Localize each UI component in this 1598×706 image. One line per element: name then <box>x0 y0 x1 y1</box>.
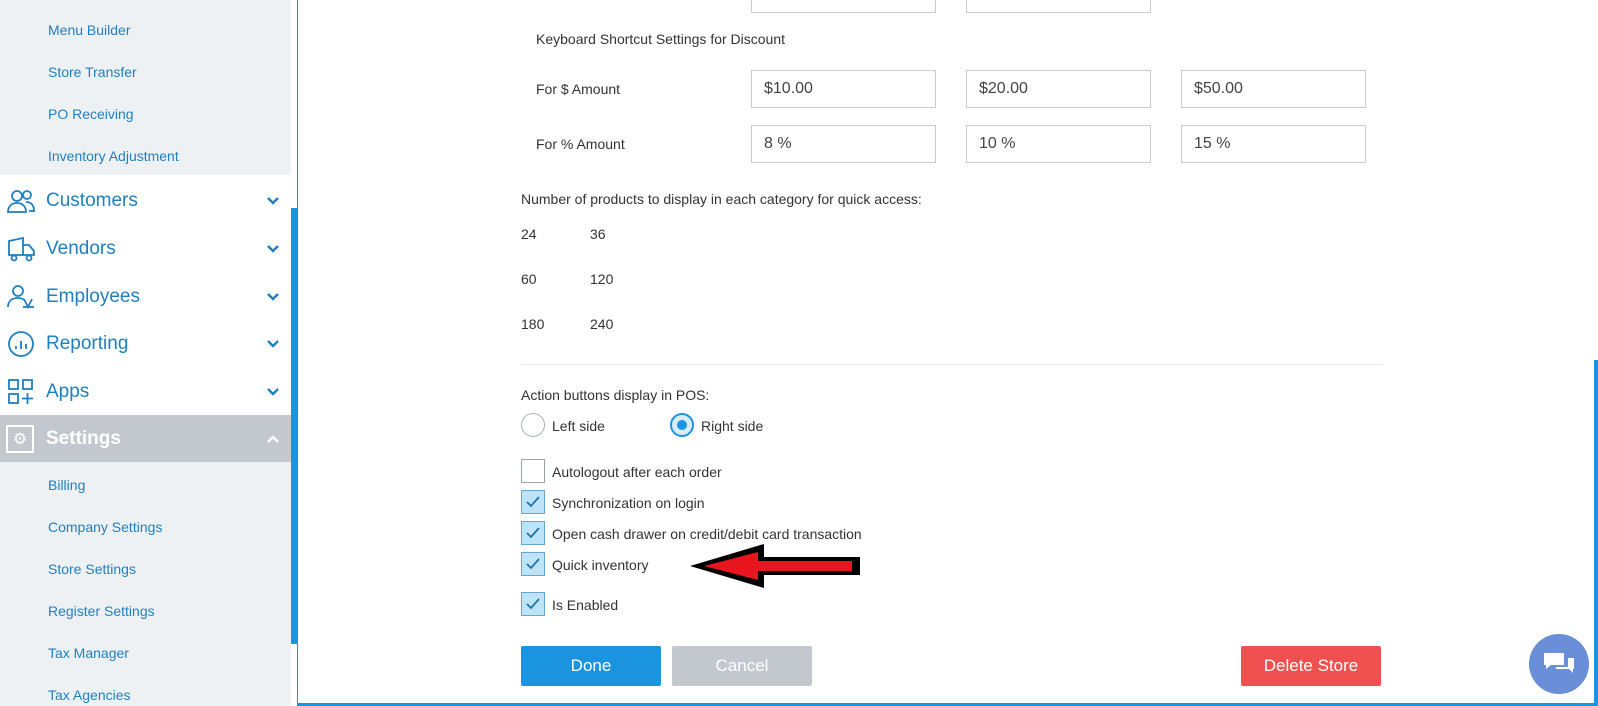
employee-icon <box>7 285 34 310</box>
open-cash-drawer-label: Open cash drawer on credit/debit card tr… <box>552 526 862 542</box>
apps-grid-icon <box>8 379 33 404</box>
annotation-arrow-icon <box>690 544 860 588</box>
sidebar-item-apps[interactable]: Apps <box>0 368 291 416</box>
users-icon <box>7 190 35 213</box>
chat-icon <box>1544 653 1574 673</box>
check-icon <box>526 496 540 508</box>
sidebar-item-customers[interactable]: Customers <box>0 177 291 225</box>
percent-shortcut-2-input[interactable] <box>966 125 1151 163</box>
settings-subnav: Billing Company Settings Store Settings … <box>0 462 291 706</box>
chevron-down-icon <box>267 245 279 253</box>
delete-store-button[interactable]: Delete Store <box>1241 646 1381 686</box>
content-scroll-track <box>1594 0 1598 360</box>
autologout-checkbox[interactable] <box>521 459 545 483</box>
check-icon <box>526 598 540 610</box>
chart-icon <box>8 331 34 357</box>
sidebar-item-register-settings[interactable]: Register Settings <box>48 602 155 620</box>
sidebar-item-menu-builder[interactable]: Menu Builder <box>48 21 131 39</box>
right-side-label: Right side <box>701 418 764 434</box>
open-cash-drawer-checkbox[interactable] <box>521 521 545 545</box>
autologout-label: Autologout after each order <box>552 464 722 480</box>
chevron-down-icon <box>267 340 279 348</box>
percent-row-label: For % Amount <box>536 136 625 152</box>
sidebar-item-tax-manager[interactable]: Tax Manager <box>48 644 129 662</box>
sidebar-item-settings[interactable]: ⚙ Settings <box>0 415 291 463</box>
sidebar-item-billing[interactable]: Billing <box>48 476 85 494</box>
partial-input-top[interactable] <box>751 0 936 13</box>
nav-label: Apps <box>46 381 90 402</box>
cancel-button[interactable]: Cancel <box>672 646 812 686</box>
sidebar: Menu Builder Store Transfer PO Receiving… <box>0 0 291 706</box>
quick-access-option[interactable]: 240 <box>590 316 613 332</box>
done-button[interactable]: Done <box>521 646 661 686</box>
sync-on-login-label: Synchronization on login <box>552 495 705 511</box>
partial-input-top[interactable] <box>966 0 1151 13</box>
sidebar-item-company-settings[interactable]: Company Settings <box>48 518 162 536</box>
sidebar-item-reporting[interactable]: Reporting <box>0 320 291 368</box>
nav-label: Vendors <box>46 238 116 259</box>
right-side-radio[interactable] <box>670 413 694 437</box>
sidebar-item-store-transfer[interactable]: Store Transfer <box>48 63 137 81</box>
sidebar-item-vendors[interactable]: Vendors <box>0 225 291 273</box>
quick-inventory-label: Quick inventory <box>552 557 649 573</box>
content-scrollbar[interactable] <box>1594 360 1598 706</box>
nav-label: Settings <box>46 428 121 449</box>
left-side-radio[interactable] <box>521 413 545 437</box>
chevron-down-icon <box>267 197 279 205</box>
inventory-subnav: Menu Builder Store Transfer PO Receiving… <box>0 0 291 175</box>
quick-inventory-checkbox[interactable] <box>521 552 545 576</box>
percent-shortcut-1-input[interactable] <box>751 125 936 163</box>
is-enabled-checkbox[interactable] <box>521 592 545 616</box>
quick-access-option[interactable]: 180 <box>521 316 544 332</box>
quick-access-label: Number of products to display in each ca… <box>521 191 922 207</box>
quick-access-option[interactable]: 36 <box>590 226 606 242</box>
sync-on-login-checkbox[interactable] <box>521 490 545 514</box>
quick-access-option[interactable]: 60 <box>521 271 537 287</box>
sidebar-item-tax-agencies[interactable]: Tax Agencies <box>48 686 131 704</box>
amount-shortcut-1-input[interactable] <box>751 70 936 108</box>
gear-icon: ⚙ <box>6 425 34 453</box>
nav-label: Employees <box>46 286 140 307</box>
nav-label: Customers <box>46 190 138 211</box>
discount-shortcut-heading: Keyboard Shortcut Settings for Discount <box>536 31 786 47</box>
is-enabled-label: Is Enabled <box>552 597 619 613</box>
check-icon <box>526 527 540 539</box>
truck-icon <box>8 236 35 262</box>
quick-access-option[interactable]: 120 <box>590 271 613 287</box>
quick-access-option[interactable]: 24 <box>521 226 537 242</box>
amount-shortcut-2-input[interactable] <box>966 70 1151 108</box>
left-side-label: Left side <box>552 418 605 434</box>
amount-row-label: For $ Amount <box>536 81 621 97</box>
chevron-down-icon <box>267 293 279 301</box>
sidebar-item-employees[interactable]: Employees <box>0 273 291 321</box>
action-buttons-label: Action buttons display in POS: <box>521 387 710 403</box>
chevron-up-icon <box>267 435 279 443</box>
sidebar-item-inventory-adjustment[interactable]: Inventory Adjustment <box>48 147 179 165</box>
check-icon <box>526 558 540 570</box>
nav-label: Reporting <box>46 333 129 354</box>
amount-shortcut-3-input[interactable] <box>1181 70 1366 108</box>
chat-launcher-button[interactable] <box>1529 634 1589 694</box>
sidebar-item-store-settings[interactable]: Store Settings <box>48 560 136 578</box>
section-divider <box>521 364 1383 365</box>
content-border <box>297 0 298 706</box>
percent-shortcut-3-input[interactable] <box>1181 125 1366 163</box>
sidebar-item-po-receiving[interactable]: PO Receiving <box>48 105 134 123</box>
chevron-down-icon <box>267 388 279 396</box>
